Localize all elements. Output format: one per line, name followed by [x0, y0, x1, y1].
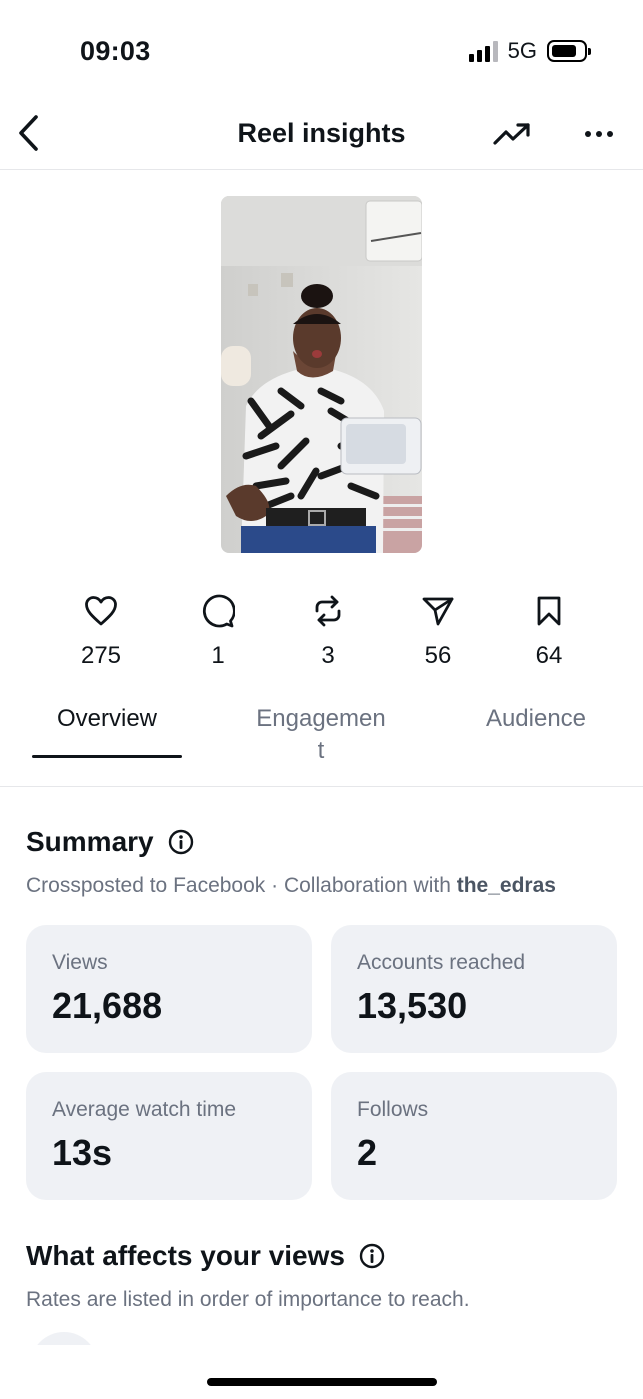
reel-thumbnail[interactable] — [221, 196, 422, 553]
reel-insights-screen: 09:03 5G Reel insights 275 1 3 56 64 Ove… — [0, 0, 643, 1399]
reel-preview-image — [221, 196, 422, 553]
follows-label: Follows — [357, 1098, 429, 1121]
summary-heading: Summary — [26, 826, 194, 858]
more-options-button[interactable] — [578, 114, 620, 154]
accounts-reached-label: Accounts reached — [357, 951, 526, 974]
more-horizontal-icon — [585, 131, 613, 137]
comment-icon — [202, 594, 235, 628]
share-icon — [422, 597, 454, 626]
average-watch-time-label: Average watch time — [52, 1098, 237, 1121]
affects-heading: What affects your views — [26, 1240, 385, 1272]
stat-saves: 64 — [499, 594, 599, 674]
cellular-signal-icon — [468, 40, 498, 62]
affects-title: What affects your views — [26, 1240, 345, 1271]
status-indicators: 5G — [468, 38, 591, 64]
summary-title: Summary — [26, 826, 154, 857]
trend-button[interactable] — [490, 114, 534, 154]
status-bar: 09:03 5G — [0, 0, 643, 100]
stat-shares: 56 — [388, 594, 488, 674]
likes-count: 275 — [80, 642, 122, 669]
info-icon[interactable] — [359, 1243, 385, 1269]
battery-icon — [547, 40, 591, 62]
tab-audience[interactable]: Audience — [466, 705, 606, 733]
info-icon[interactable] — [168, 829, 194, 855]
nav-header: Reel insights — [0, 100, 643, 170]
tab-engagement[interactable]: Engagemen t — [230, 703, 412, 767]
shares-count: 56 — [424, 642, 452, 669]
heart-icon — [85, 596, 117, 626]
summary-subtitle: Crossposted to Facebook · Collaboration … — [26, 874, 556, 898]
repost-icon — [315, 595, 341, 627]
trending-up-icon — [493, 123, 530, 145]
status-time: 09:03 — [80, 36, 151, 66]
tab-overview[interactable]: Overview — [32, 705, 182, 733]
stat-comments: 1 — [168, 594, 268, 674]
follows-card[interactable]: Follows 2 — [331, 1072, 617, 1200]
accounts-reached-card[interactable]: Accounts reached 13,530 — [331, 925, 617, 1053]
follows-value: 2 — [357, 1132, 378, 1173]
active-tab-indicator — [32, 755, 182, 758]
bookmark-icon — [537, 596, 561, 626]
average-watch-time-value: 13s — [52, 1132, 113, 1173]
page-title: Reel insights — [237, 118, 406, 148]
stat-likes: 275 — [51, 594, 151, 674]
saves-count: 64 — [535, 642, 563, 669]
views-value: 21,688 — [52, 985, 163, 1026]
engagement-stats: 275 1 3 56 64 — [45, 594, 605, 674]
affects-subtitle: Rates are listed in order of importance … — [26, 1288, 470, 1311]
reposts-count: 3 — [321, 642, 335, 669]
insights-tabs: Overview Engagemen t Audience — [0, 695, 643, 787]
stat-reposts: 3 — [278, 594, 378, 674]
accounts-reached-value: 13,530 — [357, 985, 468, 1026]
crosspost-note: Crossposted to Facebook · Collaboration … — [26, 874, 457, 897]
home-indicator[interactable] — [207, 1378, 437, 1386]
network-type: 5G — [507, 38, 537, 63]
comments-count: 1 — [211, 642, 225, 669]
average-watch-time-card[interactable]: Average watch time 13s — [26, 1072, 312, 1200]
collaborator-name[interactable]: the_edras — [457, 874, 556, 897]
views-card[interactable]: Views 21,688 — [26, 925, 312, 1053]
views-label: Views — [52, 951, 108, 974]
bottom-safe-area — [0, 1345, 643, 1399]
